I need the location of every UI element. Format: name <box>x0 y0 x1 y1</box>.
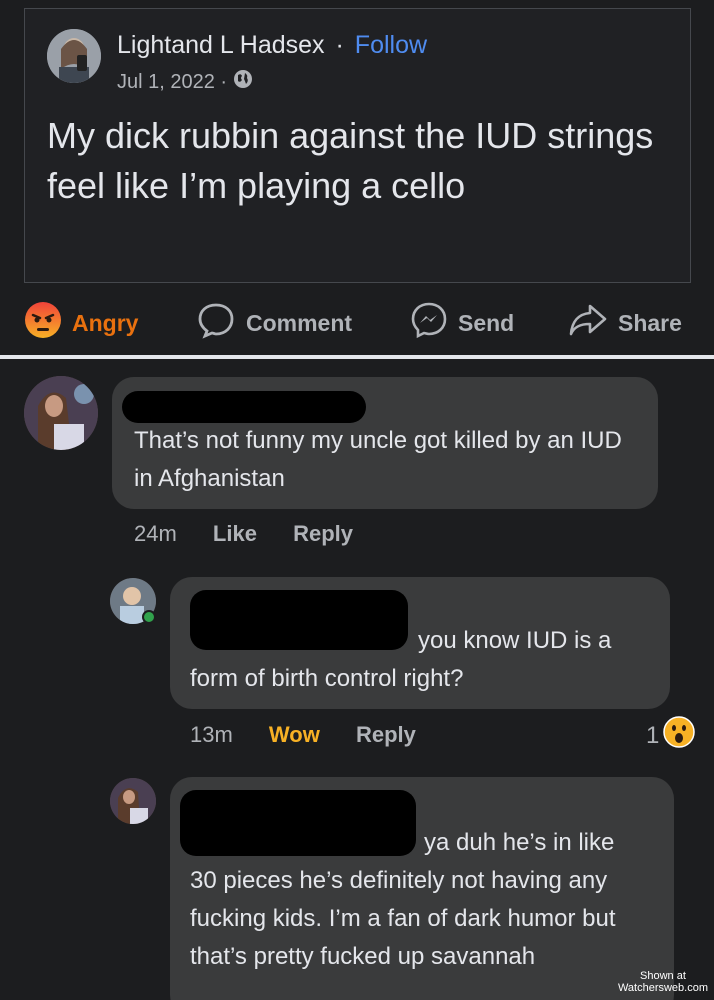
post-meta: Jul 1, 2022 · <box>117 69 253 95</box>
comment-label: Comment <box>246 309 353 336</box>
comment-2-reply-button[interactable]: Reply <box>356 722 416 747</box>
send-label: Send <box>458 309 515 336</box>
comment-2-meta: 13m Wow Reply <box>190 722 446 748</box>
author-avatar[interactable] <box>47 29 101 83</box>
redacted-mention <box>180 790 416 856</box>
share-icon <box>568 302 608 344</box>
angry-icon <box>24 301 62 345</box>
comment-1-reply-button[interactable]: Reply <box>293 521 353 546</box>
share-label: Share <box>618 309 682 336</box>
comment-2-text-line2: form of birth control right? <box>190 665 464 692</box>
post-text: My dick rubbin against the IUD strings f… <box>47 115 654 206</box>
commenter-3-avatar[interactable] <box>110 778 156 824</box>
separator: · <box>335 31 344 59</box>
reaction-count[interactable]: 1 <box>646 716 696 755</box>
post-author-line: Lightand L Hadsex · Follow <box>117 31 427 60</box>
send-button[interactable]: Send <box>410 300 514 346</box>
wow-icon <box>663 716 696 755</box>
comment-1-text: That’s not funny my uncle got killed by … <box>134 427 622 492</box>
comment-2-wow-button[interactable]: Wow <box>269 722 320 747</box>
shared-post: Lightand L Hadsex · Follow Jul 1, 2022 ·… <box>24 8 691 283</box>
angry-label: Angry <box>72 309 139 336</box>
comment-icon <box>196 300 236 346</box>
comment-button[interactable]: Comment <box>196 300 352 346</box>
comment-1-like-button[interactable]: Like <box>213 521 257 546</box>
globe-icon <box>233 69 253 95</box>
redacted-name <box>122 391 366 423</box>
watermark-line2: Watchersweb.com <box>617 982 708 994</box>
comment-2-time[interactable]: 13m <box>190 722 233 747</box>
post-date[interactable]: Jul 1, 2022 · <box>117 71 227 94</box>
comment-1-meta: 24m Like Reply <box>134 521 383 547</box>
angry-reaction-button[interactable]: Angry <box>24 300 138 346</box>
comment-2-text-line1: you know IUD is a <box>418 627 612 654</box>
watermark: Shown at Watchersweb.com <box>618 970 708 994</box>
watermark-line1: Shown at <box>640 970 686 982</box>
messenger-icon <box>410 301 448 345</box>
author-name[interactable]: Lightand L Hadsex <box>117 31 325 59</box>
share-button[interactable]: Share <box>568 300 682 346</box>
commenter-1-avatar[interactable] <box>24 376 98 450</box>
comment-3-text-rest: 30 pieces he’s definitely not having any… <box>190 867 616 970</box>
online-status-dot <box>142 610 156 624</box>
screenshot-divider <box>0 355 714 359</box>
action-bar: Angry Comment Send Share <box>0 300 714 350</box>
comment-3-text-line1: ya duh he’s in like <box>424 829 615 856</box>
redacted-mention <box>190 590 408 650</box>
reaction-count-number: 1 <box>646 721 660 749</box>
follow-button[interactable]: Follow <box>355 31 427 59</box>
comment-1-time[interactable]: 24m <box>134 521 177 546</box>
